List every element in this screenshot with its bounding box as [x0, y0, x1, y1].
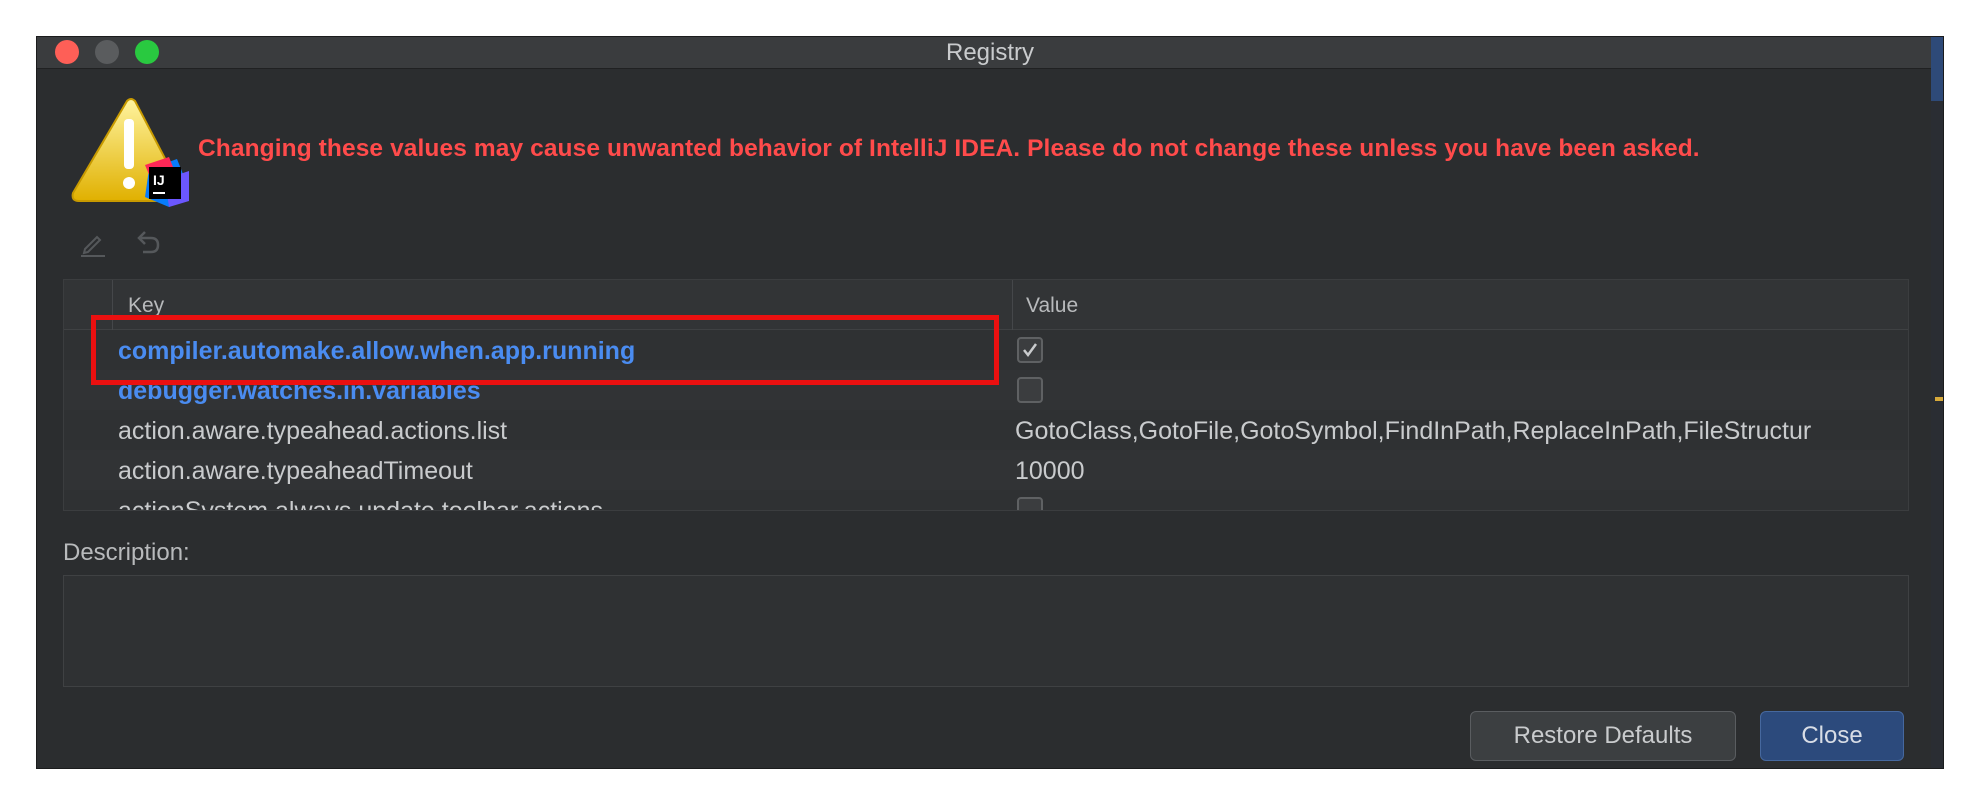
row-value[interactable]: GotoClass,GotoFile,GotoSymbol,FindInPath…: [1015, 417, 1811, 446]
registry-table: Key Value compiler.automake.allow.when.a…: [63, 279, 1909, 511]
description-label: Description:: [63, 539, 190, 566]
background-window-edge: [1931, 37, 1943, 768]
undo-icon[interactable]: [131, 227, 163, 259]
row-key: actionSystem.always.update.toolbar.actio…: [118, 497, 603, 511]
registry-window: Registry IJ Changing these values may ca…: [36, 36, 1944, 769]
table-row[interactable]: actionSystem.always.update.toolbar.actio…: [64, 490, 1908, 511]
svg-text:IJ: IJ: [153, 172, 165, 188]
highlight-annotation-box: [91, 315, 999, 385]
table-row[interactable]: action.aware.typeaheadTimeout 10000: [64, 450, 1908, 490]
row-value-checkbox[interactable]: [1017, 337, 1043, 363]
description-field: [63, 575, 1909, 687]
title-bar: Registry: [37, 37, 1943, 69]
row-value-checkbox[interactable]: [1017, 497, 1043, 510]
row-value-checkbox[interactable]: [1017, 377, 1043, 403]
warning-ij-icon: IJ: [65, 97, 197, 213]
restore-defaults-button[interactable]: Restore Defaults: [1470, 711, 1736, 761]
row-key: action.aware.typeahead.actions.list: [118, 417, 508, 445]
row-value[interactable]: 10000: [1015, 457, 1085, 486]
row-key: action.aware.typeaheadTimeout: [118, 457, 473, 485]
close-button[interactable]: Close: [1760, 711, 1904, 761]
table-row[interactable]: action.aware.typeahead.actions.list Goto…: [64, 410, 1908, 450]
column-header-value[interactable]: Value: [1026, 294, 1078, 318]
warning-message: Changing these values may cause unwanted…: [198, 135, 1700, 162]
pencil-icon[interactable]: [77, 227, 109, 259]
window-title: Registry: [945, 39, 1035, 66]
